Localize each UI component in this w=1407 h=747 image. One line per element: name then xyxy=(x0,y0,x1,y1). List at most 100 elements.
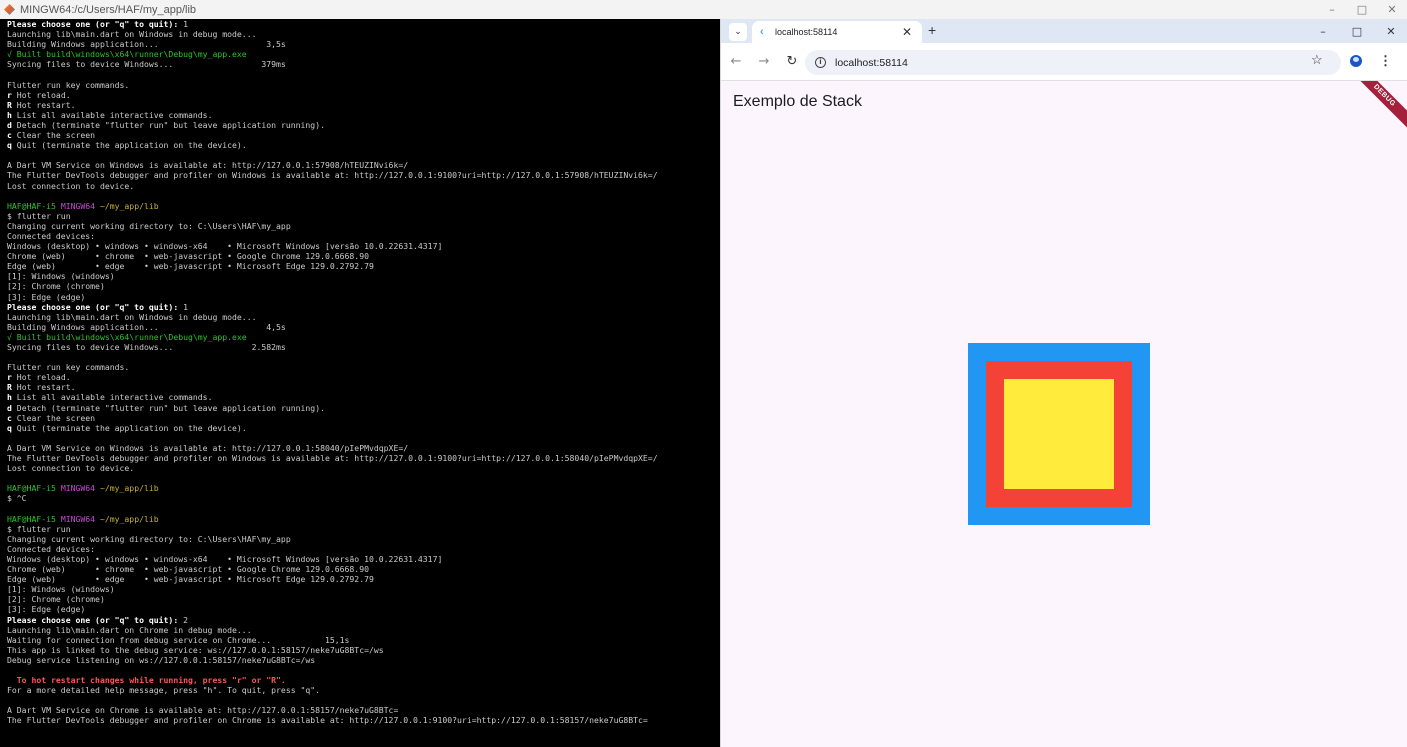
terminal-line: Changing current working directory to: C… xyxy=(7,534,720,544)
terminal-text: This app is linked to the debug service:… xyxy=(7,644,384,655)
terminal-text: The Flutter DevTools debugger and profil… xyxy=(7,715,648,726)
terminal-line: Please choose one (or "q" to quit): 1 xyxy=(7,19,720,29)
terminal-titlebar: MINGW64:/c/Users/HAF/my_app/lib – □ ✕ xyxy=(0,0,1407,19)
terminal-line: Connected devices: xyxy=(7,544,720,554)
terminal-text: List all available interactive commands. xyxy=(11,392,213,403)
terminal-text: Connected devices: xyxy=(7,230,96,241)
terminal-text: Windows (desktop) • windows • windows-x6… xyxy=(7,241,443,252)
terminal-line: Connected devices: xyxy=(7,231,720,241)
terminal-text: Flutter run key commands. xyxy=(7,79,130,90)
terminal-text: Syncing files to device Windows... 379ms xyxy=(7,59,286,70)
site-info-icon[interactable]: i xyxy=(815,57,826,68)
terminal-line: A Dart VM Service on Chrome is available… xyxy=(7,705,720,715)
tab-close-icon[interactable]: ✕ xyxy=(902,25,912,39)
terminal-line: [1]: Windows (windows) xyxy=(7,271,720,281)
terminal-line: d Detach (terminate "flutter run" but le… xyxy=(7,403,720,413)
stack-inner-box xyxy=(1004,379,1114,489)
terminal-line: The Flutter DevTools debugger and profil… xyxy=(7,170,720,180)
terminal-line: HAF@HAF-i5 MINGW64 ~/my_app/lib xyxy=(7,514,720,524)
terminal-line: q Quit (terminate the application on the… xyxy=(7,140,720,150)
terminal-line: Flutter run key commands. xyxy=(7,362,720,372)
reload-button[interactable]: ↻ xyxy=(781,51,803,73)
terminal-line: Chrome (web) • chrome • web-javascript •… xyxy=(7,251,720,261)
browser-tab[interactable]: ‹ localhost:58114 ✕ xyxy=(752,21,922,43)
terminal-line: r Hot reload. xyxy=(7,372,720,382)
tab-title: localhost:58114 xyxy=(775,27,838,37)
terminal-line: c Clear the screen xyxy=(7,130,720,140)
terminal-minimize-button[interactable]: – xyxy=(1317,0,1347,19)
address-bar[interactable]: i localhost:58114 xyxy=(805,50,1341,75)
terminal-line: Launching lib\main.dart on Windows in de… xyxy=(7,312,720,322)
profile-avatar-icon[interactable] xyxy=(1350,55,1362,67)
terminal-text: Connected devices: xyxy=(7,543,96,554)
bookmark-star-icon[interactable]: ☆ xyxy=(1311,52,1323,68)
browser-minimize-button[interactable]: – xyxy=(1306,19,1340,43)
browser-maximize-button[interactable]: □ xyxy=(1340,19,1374,43)
terminal-text: Please choose one (or "q" to quit): xyxy=(7,301,184,312)
terminal-text: Changing current working directory to: C… xyxy=(7,533,291,544)
terminal-text: 1 xyxy=(183,19,189,29)
terminal-text: [1]: Windows (windows) xyxy=(7,584,115,595)
browser-close-button[interactable]: ✕ xyxy=(1374,19,1407,43)
terminal-text: ~/my_app/lib xyxy=(99,483,159,494)
terminal-line: Windows (desktop) • windows • windows-x6… xyxy=(7,241,720,251)
terminal-maximize-button[interactable]: □ xyxy=(1347,0,1377,19)
terminal-line: R Hot restart. xyxy=(7,382,720,392)
terminal-text: Changing current working directory to: C… xyxy=(7,220,291,231)
terminal-text: Hot restart. xyxy=(11,99,76,110)
forward-button[interactable]: → xyxy=(753,51,775,73)
browser-toolbar: ← → ↻ i localhost:58114 ☆ ⋮ xyxy=(721,43,1407,81)
terminal-line: Waiting for connection from debug servic… xyxy=(7,635,720,645)
terminal-line: Edge (web) • edge • web-javascript • Mic… xyxy=(7,574,720,584)
terminal-text: Please choose one (or "q" to quit): xyxy=(7,614,184,625)
terminal-text: MINGW64 xyxy=(60,200,100,211)
browser-menu-icon[interactable]: ⋮ xyxy=(1379,53,1392,69)
terminal-close-button[interactable]: ✕ xyxy=(1377,0,1407,19)
terminal-text: Chrome (web) • chrome • web-javascript •… xyxy=(7,251,369,262)
app-bar-title: Exemplo de Stack xyxy=(733,93,862,110)
terminal-text: MINGW64 xyxy=(60,513,100,524)
terminal-text: For a more detailed help message, press … xyxy=(7,685,321,696)
terminal-line: [3]: Edge (edge) xyxy=(7,292,720,302)
terminal-line: Lost connection to device. xyxy=(7,181,720,191)
tab-strip: ⌄ ‹ localhost:58114 ✕ + – □ ✕ xyxy=(721,19,1407,43)
terminal-text: Hot restart. xyxy=(11,382,76,393)
terminal-line: HAF@HAF-i5 MINGW64 ~/my_app/lib xyxy=(7,201,720,211)
terminal-text: $ flutter run xyxy=(7,523,71,534)
terminal-line: Chrome (web) • chrome • web-javascript •… xyxy=(7,564,720,574)
terminal-output[interactable]: Please choose one (or "q" to quit): 1 Lau… xyxy=(0,19,720,747)
terminal-line: The Flutter DevTools debugger and profil… xyxy=(7,715,720,725)
terminal-line: Building Windows application... 4,5s xyxy=(7,322,720,332)
terminal-line: d Detach (terminate "flutter run" but le… xyxy=(7,120,720,130)
terminal-text: List all available interactive commands. xyxy=(11,109,213,120)
terminal-line: HAF@HAF-i5 MINGW64 ~/my_app/lib xyxy=(7,483,720,493)
terminal-line: Edge (web) • edge • web-javascript • Mic… xyxy=(7,261,720,271)
tab-search-button[interactable]: ⌄ xyxy=(729,23,747,41)
terminal-line: Building Windows application... 3,5s xyxy=(7,39,720,49)
terminal-line: Please choose one (or "q" to quit): 1 xyxy=(7,302,720,312)
terminal-text: Hot reload. xyxy=(11,89,71,100)
terminal-line: Please choose one (or "q" to quit): 2 xyxy=(7,615,720,625)
terminal-line: For a more detailed help message, press … xyxy=(7,685,720,695)
terminal-text: Launching lib\main.dart on Windows in de… xyxy=(7,311,257,322)
terminal-line: [2]: Chrome (chrome) xyxy=(7,281,720,291)
terminal-text: Chrome (web) • chrome • web-javascript •… xyxy=(7,564,369,575)
new-tab-button[interactable]: + xyxy=(928,23,936,37)
terminal-text: To hot restart changes while running, pr… xyxy=(7,675,286,686)
terminal-line: [2]: Chrome (chrome) xyxy=(7,594,720,604)
terminal-line: Flutter run key commands. xyxy=(7,80,720,90)
terminal-text: Detach (terminate "flutter run" but leav… xyxy=(11,402,325,413)
terminal-text: A Dart VM Service on Windows is availabl… xyxy=(7,160,409,171)
terminal-text: Edge (web) • edge • web-javascript • Mic… xyxy=(7,261,374,272)
terminal-line: Launching lib\main.dart on Windows in de… xyxy=(7,29,720,39)
terminal-line: $ flutter run xyxy=(7,524,720,534)
terminal-text: Building Windows application... 3,5s xyxy=(7,39,286,50)
terminal-line: r Hot reload. xyxy=(7,90,720,100)
terminal-text: [3]: Edge (edge) xyxy=(7,291,86,302)
terminal-window-title: MINGW64:/c/Users/HAF/my_app/lib xyxy=(20,3,197,16)
back-button[interactable]: ← xyxy=(725,51,747,73)
